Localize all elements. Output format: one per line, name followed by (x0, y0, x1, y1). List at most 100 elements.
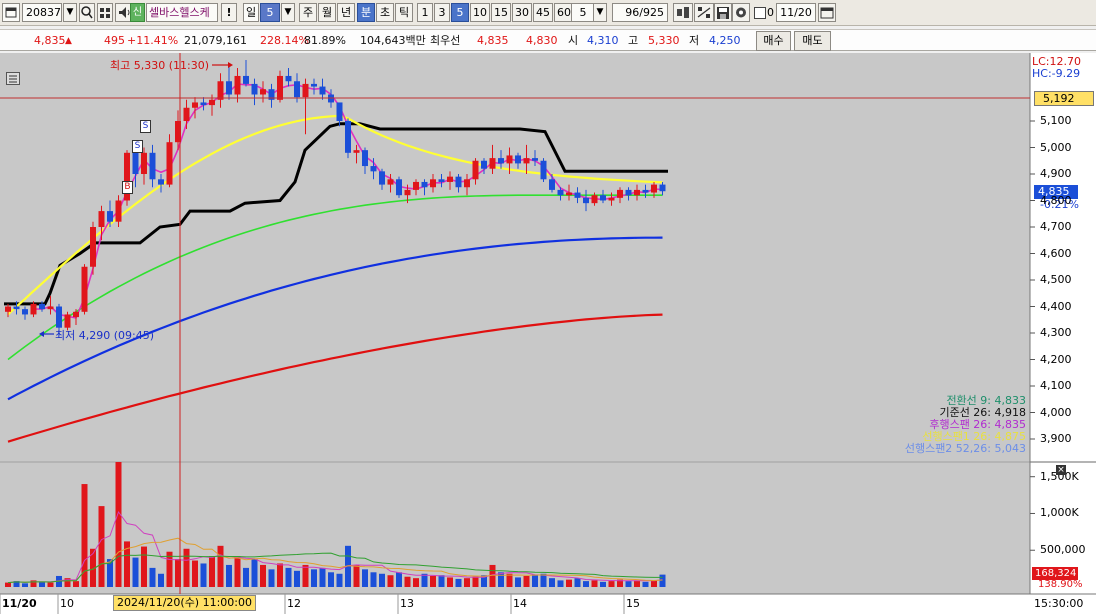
volume-bar (302, 564, 309, 587)
code-dropdown-chevron-icon[interactable]: ▼ (63, 3, 77, 22)
y-tick-label: 4,600 (1040, 246, 1072, 260)
gear-icon[interactable] (732, 3, 750, 22)
candle-body (625, 189, 632, 196)
period-day-label[interactable]: 일 (243, 3, 259, 22)
window-icon[interactable] (2, 3, 20, 22)
candle-body (90, 227, 96, 267)
indicator-legend: 전환선 9: 4,833 기준선 26: 4,918 후행스팬 26: 4,835 선… (905, 395, 1026, 455)
volume-bar (336, 573, 343, 587)
save-icon[interactable] (714, 3, 732, 22)
volume-bar (396, 572, 402, 587)
candle-body (353, 150, 360, 153)
candle-body (98, 211, 105, 227)
candle-body (115, 200, 122, 222)
high-value: 5,330 (648, 34, 680, 47)
candle-body (370, 166, 377, 172)
date-input[interactable]: 11/20 (776, 3, 816, 22)
page-counter: 96/925 (612, 3, 668, 22)
volume-bar (328, 572, 334, 587)
period-dropdown-chevron-icon[interactable]: ▼ (281, 3, 295, 22)
candle-body (311, 83, 317, 87)
interval-button-3[interactable]: 3 (434, 3, 450, 22)
alert-button[interactable]: ! (221, 3, 237, 22)
candle-body (396, 179, 402, 196)
high-annotation: 최고 5,330 (11:30) (110, 59, 210, 72)
volume-bar (404, 576, 411, 587)
candle-body (192, 102, 198, 108)
checkbox-label: 0 (767, 6, 774, 19)
candle-body (404, 189, 411, 196)
search-icon[interactable] (79, 3, 95, 22)
interval-button-45[interactable]: 45 (533, 3, 553, 22)
volume-bar (73, 581, 79, 587)
current-price: 4,835 (34, 34, 66, 47)
candle-body (498, 158, 504, 164)
volume-bar (430, 575, 436, 587)
interval-button-5[interactable]: 5 (451, 3, 469, 22)
month-button[interactable]: 월 (318, 3, 336, 22)
volume-bar (209, 556, 215, 587)
candle-body (481, 160, 487, 169)
split-icon[interactable] (694, 3, 714, 22)
candle-body (464, 179, 470, 188)
stock-name-field[interactable]: 셀바스헬스케 (146, 3, 218, 22)
chart-area[interactable]: LC:12.70 HC:-9.29 최고 5,330 (11:30) 최저 4,… (0, 53, 1096, 614)
interval-button-15[interactable]: 15 (491, 3, 511, 22)
year-button[interactable]: 년 (337, 3, 355, 22)
x-axis-label: 12 (287, 597, 301, 610)
grid-list-icon[interactable] (97, 3, 113, 22)
candlestick-chart[interactable] (0, 53, 1096, 614)
candle-body (39, 303, 45, 310)
sell-button[interactable]: 매도 (794, 31, 831, 51)
volume-bar (591, 580, 598, 587)
volume-bar (659, 574, 666, 587)
menu-icon[interactable] (6, 72, 20, 85)
candle-body (22, 309, 28, 315)
candle-body (251, 83, 258, 95)
count-dropdown-chevron-icon[interactable]: ▼ (593, 3, 607, 22)
volume-bar (166, 551, 173, 587)
volume-bar (268, 569, 275, 587)
zoom-in-icon[interactable] (673, 3, 693, 22)
tick-button[interactable]: 틱 (395, 3, 413, 22)
sell-signal-marker: S (132, 140, 143, 153)
y-tick-label: 4,300 (1040, 326, 1072, 339)
second-button[interactable]: 초 (376, 3, 394, 22)
volume-bar (506, 573, 513, 587)
chart-window: 208370 ▼ 신 셀바스헬스케 ! 일 5 ▼ 주 월 년 분 초 틱 13… (0, 0, 1096, 614)
interval-button-30[interactable]: 30 (512, 3, 532, 22)
candle-body (345, 121, 351, 153)
minute-button[interactable]: 분 (357, 3, 375, 22)
volume-bar (574, 578, 581, 587)
ref-price-box: 5,192 (1034, 91, 1094, 106)
best-ask: 4,835 (477, 34, 509, 47)
trade-amount: 104,643백만 (360, 34, 426, 47)
volume-bar (421, 573, 428, 587)
credit-badge: 신 (130, 3, 145, 22)
stock-code-input[interactable]: 208370 (22, 3, 62, 22)
sell-signal-marker: S (140, 120, 151, 133)
volume-bar (243, 567, 249, 587)
calendar-icon[interactable] (818, 3, 836, 22)
low-annotation: 최저 4,290 (09:45) (55, 329, 155, 342)
close-icon[interactable]: × (1056, 465, 1066, 475)
candle-body (81, 266, 88, 312)
volume-bar (132, 557, 139, 587)
candle-body (642, 189, 649, 193)
period-minute-select[interactable]: 5 (260, 3, 280, 22)
candle-body (158, 179, 164, 185)
volume-bar (455, 578, 462, 587)
y-tick-label: 4,400 (1040, 299, 1072, 313)
candle-body (600, 195, 606, 201)
count-select[interactable]: 5 (571, 3, 595, 22)
candle-body (319, 86, 326, 95)
volume-bar (22, 583, 28, 587)
candle-body (30, 303, 37, 315)
candle-body (234, 75, 241, 95)
interval-button-1[interactable]: 1 (417, 3, 433, 22)
candle-body (540, 160, 547, 180)
week-button[interactable]: 주 (299, 3, 317, 22)
interval-button-10[interactable]: 10 (470, 3, 490, 22)
buy-button[interactable]: 매수 (756, 31, 791, 51)
option-checkbox[interactable] (754, 7, 766, 19)
